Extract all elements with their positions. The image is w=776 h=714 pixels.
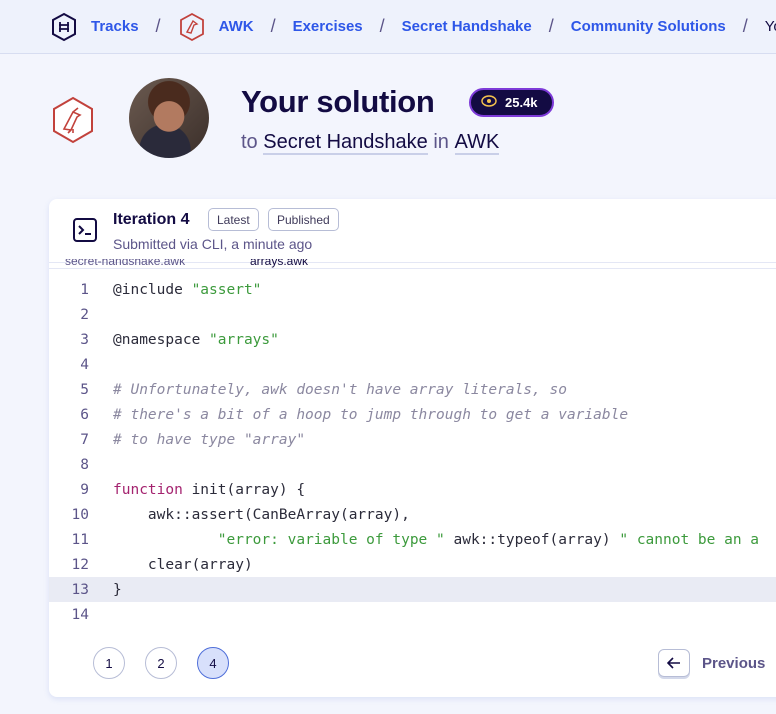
published-tag: Published	[268, 208, 339, 231]
breadcrumb-exercises-link[interactable]: Exercises	[293, 18, 363, 35]
code-text: clear(array)	[113, 557, 253, 573]
file-tab-active[interactable]: arrays.awk	[250, 259, 308, 268]
code-line: 5 # Unfortunately, awk doesn't have array…	[49, 377, 776, 402]
line-number: 5	[80, 381, 89, 398]
code-token: awk::typeof(array)	[444, 531, 620, 548]
code-token: "arrays"	[209, 331, 279, 348]
code-line: 14	[49, 602, 776, 627]
cli-icon	[72, 217, 98, 248]
line-number: 3	[80, 331, 89, 348]
awk-track-icon[interactable]	[178, 12, 206, 42]
line-number: 12	[71, 556, 89, 573]
code-line: 10 awk::assert(CanBeArray(array),	[49, 502, 776, 527]
line-number: 2	[80, 306, 89, 323]
code-line: 8	[49, 452, 776, 477]
code-line: 6 # there's a bit of a hoop to jump throu…	[49, 402, 776, 427]
solution-subtitle: to Secret Handshake in AWK	[241, 131, 500, 155]
code-token: "error: variable of type "	[217, 531, 445, 548]
arrow-left-icon	[658, 649, 690, 677]
breadcrumb-separator: /	[548, 16, 554, 36]
breadcrumb-community-link[interactable]: Community Solutions	[571, 18, 726, 35]
code-text: @namespace "arrays"	[113, 332, 279, 348]
awk-track-logo-icon[interactable]	[51, 96, 95, 149]
file-tabs: secret-handshake.awk arrays.awk	[49, 259, 776, 269]
code-line: 9 function init(array) {	[49, 477, 776, 502]
code-text: function init(array) {	[113, 482, 305, 498]
reputation-value: 25.4k	[505, 95, 538, 110]
breadcrumb-separator: /	[155, 16, 161, 36]
breadcrumb-tracks-link[interactable]: Tracks	[91, 18, 139, 35]
breadcrumb-separator: /	[379, 16, 385, 36]
code-text: # to have type "array"	[113, 432, 305, 448]
line-number: 14	[71, 606, 89, 623]
line-number: 8	[80, 456, 89, 473]
code-token: " cannot be an a	[619, 531, 760, 548]
code-text: }	[113, 582, 122, 598]
code-line: 3 @namespace "arrays"	[49, 327, 776, 352]
code-line: 7 # to have type "array"	[49, 427, 776, 452]
code-token: awk::assert(CanBeArray(array),	[113, 506, 410, 523]
page-button-1[interactable]: 1	[93, 647, 125, 679]
page-button-4[interactable]: 4	[197, 647, 229, 679]
breadcrumb-current: Your solution	[764, 18, 776, 35]
code-line: 4	[49, 352, 776, 377]
code-token: clear(array)	[113, 556, 253, 573]
submitted-info: Submitted via CLI, a minute ago	[113, 236, 313, 252]
track-link[interactable]: AWK	[454, 131, 500, 155]
line-number: 6	[80, 406, 89, 423]
line-number: 4	[80, 356, 89, 373]
latest-tag: Latest	[208, 208, 259, 231]
code-token: # to have type "array"	[113, 431, 306, 448]
code-token: @namespace	[113, 331, 210, 348]
code-line: 1 @include "assert"	[49, 277, 776, 302]
line-number: 9	[80, 481, 89, 498]
exercise-link[interactable]: Secret Handshake	[263, 131, 428, 155]
reputation-icon	[481, 95, 497, 110]
code-text: awk::assert(CanBeArray(array),	[113, 507, 410, 523]
line-number: 1	[80, 281, 89, 298]
line-number: 11	[71, 531, 89, 548]
breadcrumb-awk-link[interactable]: AWK	[219, 18, 254, 35]
code-token: # there's a bit of a hoop to jump throug…	[113, 406, 629, 423]
code-text: # there's a bit of a hoop to jump throug…	[113, 407, 628, 423]
code-token: "assert"	[191, 281, 262, 298]
code-token: @include	[113, 281, 192, 298]
reputation-badge[interactable]: 25.4k	[469, 88, 554, 117]
iteration-header: Iteration 4 Latest Published Submitted v…	[49, 199, 776, 263]
code-viewer: 1 @include "assert" 2 3 @namespace "arrays" 4…	[49, 277, 776, 627]
iteration-card: Iteration 4 Latest Published Submitted v…	[49, 199, 776, 697]
code-token: }	[113, 581, 122, 598]
iteration-pagination: 1 2 4 Previous	[49, 647, 776, 679]
breadcrumb: Tracks / AWK / Exercises / Secret Handsh…	[0, 0, 776, 54]
breadcrumb-separator: /	[270, 16, 276, 36]
subtitle-in: in	[433, 131, 449, 153]
page-button-2[interactable]: 2	[145, 647, 177, 679]
iteration-title: Iteration 4	[113, 211, 190, 228]
code-token: init(array) {	[182, 481, 306, 498]
code-line: 12 clear(array)	[49, 552, 776, 577]
line-number: 7	[80, 431, 89, 448]
code-line: 11 "error: variable of type " awk::typeo…	[49, 527, 776, 552]
code-line: 13}	[49, 577, 776, 602]
previous-label: Previous	[702, 654, 766, 672]
code-token: function	[113, 481, 183, 498]
breadcrumb-exercise-link[interactable]: Secret Handshake	[402, 18, 532, 35]
code-line: 2	[49, 302, 776, 327]
subtitle-to: to	[241, 131, 258, 153]
tracks-icon[interactable]	[50, 12, 78, 42]
line-number: 13	[71, 581, 89, 598]
code-text: @include "assert"	[113, 282, 261, 298]
code-token: # Unfortunately, awk doesn't have array …	[113, 381, 567, 398]
previous-button[interactable]: Previous	[658, 649, 765, 677]
line-number: 10	[71, 506, 89, 523]
code-text: "error: variable of type " awk::typeof(a…	[113, 532, 759, 548]
page-title: Your solution	[241, 84, 435, 119]
file-tab[interactable]: secret-handshake.awk	[65, 259, 185, 268]
code-text: # Unfortunately, awk doesn't have array …	[113, 382, 567, 398]
breadcrumb-separator: /	[742, 16, 748, 36]
avatar[interactable]	[129, 78, 209, 158]
